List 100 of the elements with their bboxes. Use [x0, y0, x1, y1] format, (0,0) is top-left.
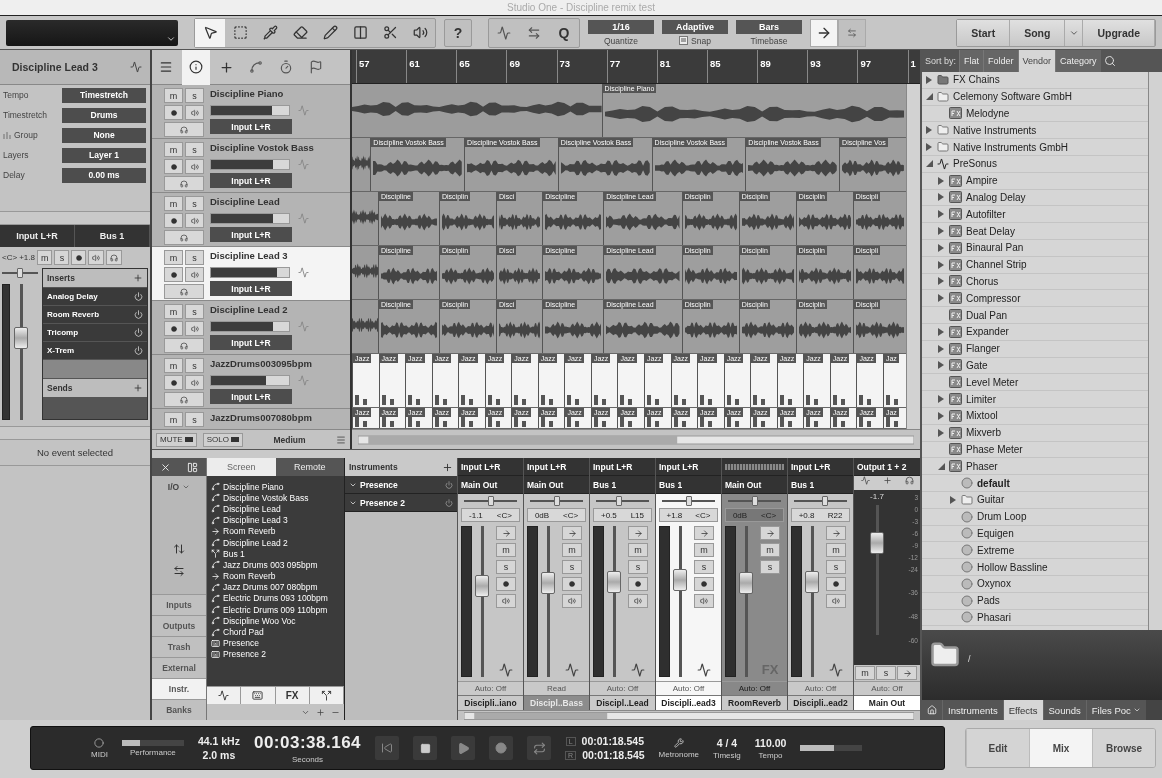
browser-item[interactable]: Mixtool: [922, 407, 1148, 425]
browser-item[interactable]: Mixverb: [922, 424, 1148, 442]
browser-item[interactable]: Gate: [922, 357, 1148, 375]
instrument-item[interactable]: Presence: [345, 476, 457, 494]
channel-list-item[interactable]: Electric Drums 093 100bpm: [211, 592, 340, 605]
channel-list-item[interactable]: Presence 2: [211, 648, 340, 660]
browser-item[interactable]: Expander: [922, 323, 1148, 341]
browser-item[interactable]: Limiter: [922, 391, 1148, 408]
automation-mode[interactable]: Auto: Off: [871, 684, 903, 693]
track-header[interactable]: m s Discipline Vostok Bass Input L+R: [152, 139, 350, 193]
help-button[interactable]: ?: [444, 18, 472, 47]
s-letter-button[interactable]: s: [185, 304, 204, 319]
track-header[interactable]: m s JazzDrums003095bpm Input L+R: [152, 355, 350, 409]
channel-list-item[interactable]: Discipline Woo Voc: [211, 615, 340, 627]
browser-item[interactable]: Level Meter: [922, 374, 1148, 392]
browser-item[interactable]: Native Instruments GmbH: [922, 139, 1148, 156]
instrument-item[interactable]: Presence 2: [345, 494, 457, 512]
m-letter-button[interactable]: m: [694, 543, 714, 557]
channel-name-field[interactable]: RoomReverb: [722, 695, 787, 710]
browser-item[interactable]: Drum Loop: [922, 508, 1148, 526]
s-letter-button[interactable]: s: [185, 142, 204, 157]
browser-tab[interactable]: Instruments: [942, 700, 1003, 720]
m-letter-button[interactable]: m: [164, 88, 183, 103]
browser-item[interactable]: Dual Pan: [922, 307, 1148, 324]
mixer-nav-tab[interactable]: Banks: [152, 699, 206, 720]
nav-button[interactable]: Upgrade: [1083, 19, 1155, 46]
insert-item[interactable]: Analog Delay: [43, 288, 147, 305]
insert-item[interactable]: Tricomp: [43, 324, 147, 341]
channel-list-item[interactable]: Bus 1: [211, 548, 340, 560]
m-letter-button[interactable]: m: [628, 543, 648, 557]
browser-item[interactable]: Guitar: [922, 491, 1148, 509]
sort-tab[interactable]: Category: [1055, 50, 1101, 72]
browser-item[interactable]: Analog Delay: [922, 189, 1148, 207]
automation-mode[interactable]: Auto: Off: [804, 684, 837, 693]
s-letter-button[interactable]: s: [562, 560, 582, 574]
m-letter-button[interactable]: m: [826, 543, 846, 557]
browser-tab[interactable]: Effects: [1002, 700, 1043, 720]
field-dropdown[interactable]: Layer 1: [62, 147, 146, 163]
browser-item[interactable]: Pads: [922, 592, 1148, 610]
mixer-nav-tab[interactable]: External: [152, 657, 206, 678]
channel-list-item[interactable]: Chord Pad: [211, 626, 340, 638]
m-letter-button[interactable]: m: [164, 358, 183, 373]
channel-list-item[interactable]: Discipline Piano: [211, 481, 340, 493]
input-selector[interactable]: Input L+R: [210, 335, 292, 350]
m-letter-button[interactable]: m: [164, 196, 183, 211]
channel-list-item[interactable]: Discipline Lead 2: [211, 536, 340, 549]
s-letter-button[interactable]: s: [185, 196, 204, 211]
browser-item[interactable]: Extreme: [922, 542, 1148, 560]
field-dropdown[interactable]: Drums: [62, 107, 146, 123]
solo-all-button[interactable]: SOLO: [202, 432, 243, 447]
browser-item[interactable]: FX Chains: [922, 72, 1148, 89]
channel-list-item[interactable]: Jazz Drums 003 095bpm: [211, 559, 340, 571]
input-selector[interactable]: Input L+R: [0, 225, 75, 247]
input-selector[interactable]: Input L+R: [210, 119, 292, 134]
browser-item[interactable]: Native Instruments: [922, 122, 1148, 140]
view-button[interactable]: Mix: [1029, 729, 1092, 767]
channel-list-item[interactable]: Room Reverb: [211, 525, 340, 537]
automation-mode[interactable]: Auto: Off: [474, 684, 507, 693]
s-letter-button[interactable]: s: [628, 560, 648, 574]
browser-item[interactable]: PreSonus: [922, 156, 1148, 173]
setting-dropdown[interactable]: Bars: [736, 19, 802, 34]
channel-list-tab[interactable]: Remote: [275, 458, 344, 476]
s-letter-button[interactable]: s: [826, 560, 846, 574]
channel-list-item[interactable]: Discipline Lead: [211, 503, 340, 515]
input-selector[interactable]: Input L+R: [210, 281, 292, 296]
mixer-nav-tab[interactable]: Instr.: [152, 678, 206, 699]
channel-list-tab[interactable]: Screen: [207, 458, 276, 476]
s-letter-button[interactable]: s: [54, 250, 70, 265]
io-button[interactable]: I/O: [152, 476, 206, 498]
browser-item[interactable]: Oxynox: [922, 575, 1148, 593]
channel-list-item[interactable]: Presence: [211, 637, 340, 649]
output-selector[interactable]: Bus 1: [75, 225, 150, 247]
m-letter-button[interactable]: m: [562, 543, 582, 557]
channel-list-item[interactable]: Jazz Drums 007 080bpm: [211, 581, 340, 593]
browser-tab[interactable]: Files Poc: [1085, 700, 1146, 720]
s-letter-button[interactable]: s: [185, 88, 204, 103]
setting-dropdown[interactable]: 1/16: [588, 19, 654, 34]
input-selector[interactable]: Input L+R: [210, 227, 292, 242]
channel-list-item[interactable]: Electric Drums 009 110bpm: [211, 604, 340, 616]
mute-all-button[interactable]: MUTE: [156, 432, 197, 447]
browser-item[interactable]: Hollow Bassline: [922, 559, 1148, 576]
field-dropdown[interactable]: 0.00 ms: [62, 167, 146, 183]
browser-item[interactable]: Autofilter: [922, 206, 1148, 224]
s-letter-button[interactable]: s: [185, 412, 204, 427]
input-selector[interactable]: Input L+R: [210, 389, 292, 404]
browser-item[interactable]: Compressor: [922, 290, 1148, 308]
s-letter-button[interactable]: s: [760, 560, 780, 574]
view-button[interactable]: Browse: [1092, 729, 1155, 767]
browser-item[interactable]: Beat Delay: [922, 223, 1148, 240]
track-header[interactable]: m s Discipline Lead 2 Input L+R: [152, 301, 350, 355]
browser-item[interactable]: Phaser: [922, 458, 1148, 476]
m-letter-button[interactable]: m: [164, 250, 183, 265]
track-header[interactable]: m s Discipline Piano Input L+R: [152, 85, 350, 139]
mixer-nav-tab[interactable]: Inputs: [152, 594, 206, 615]
m-letter-button[interactable]: m: [36, 250, 53, 265]
m-letter-button[interactable]: m: [496, 543, 516, 557]
browser-item[interactable]: Chorus: [922, 273, 1148, 291]
m-letter-button[interactable]: m: [164, 304, 183, 319]
insert-item[interactable]: X-Trem: [43, 342, 147, 359]
view-button[interactable]: Edit: [966, 729, 1029, 767]
